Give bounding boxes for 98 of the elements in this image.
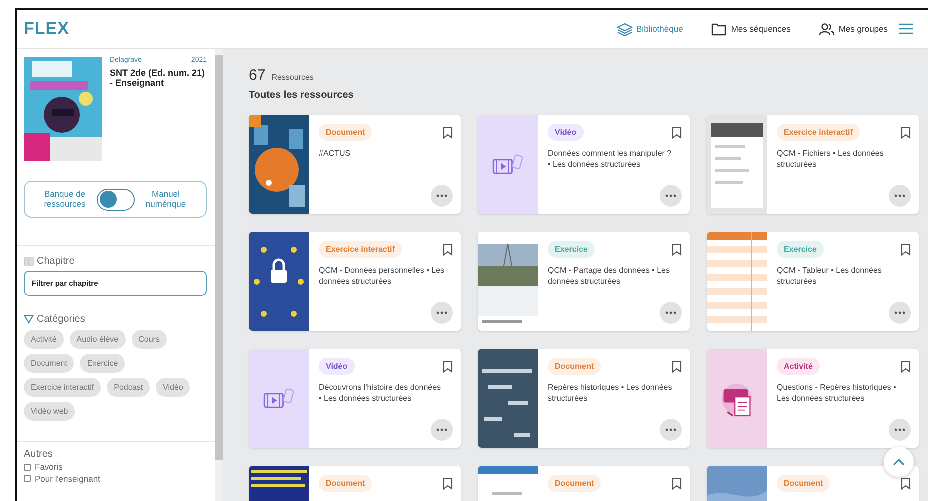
category-chip[interactable]: Exercice xyxy=(80,354,126,373)
ellipsis-icon xyxy=(436,194,448,198)
type-tag: Exercice interactif xyxy=(319,241,402,258)
switch-label: Banque de ressources xyxy=(43,190,87,210)
type-tag: Activité xyxy=(777,358,820,375)
type-tag: Vidéo xyxy=(548,124,584,141)
book-icon xyxy=(24,257,34,266)
resource-count: 67 xyxy=(249,67,266,84)
category-chip[interactable]: Activité xyxy=(24,330,64,349)
resource-card[interactable]: Exercice QCM - Partage des données • Les données structurées xyxy=(478,232,690,331)
filter-icon xyxy=(24,315,34,324)
checkbox[interactable] xyxy=(24,475,31,482)
book-title: SNT 2de (Ed. num. 21) - Enseignant xyxy=(110,69,206,89)
category-chip[interactable]: Document xyxy=(24,354,74,373)
ellipsis-icon xyxy=(436,311,448,315)
resource-title: QCM - Tableur • Les données structurées xyxy=(777,265,883,288)
resource-card[interactable]: Vidéo Découvrons l'histoire des données • Les données structurées xyxy=(249,349,461,448)
resource-card[interactable]: Exercice interactif QCM - Données personnelles • Les données structurées xyxy=(249,232,461,331)
type-tag: Document xyxy=(777,475,830,492)
category-chip[interactable]: Vidéo web xyxy=(24,402,76,421)
category-chip[interactable]: Exercice interactif xyxy=(24,378,102,397)
category-chip[interactable]: Audio élève xyxy=(70,330,126,349)
layers-icon xyxy=(616,22,633,36)
resource-title: Repères historiques • Les données structurées xyxy=(548,382,674,404)
bookmark-icon[interactable] xyxy=(901,126,911,138)
checkbox-label: Pour l'enseignant xyxy=(35,474,100,483)
bookmark-icon[interactable] xyxy=(901,360,911,372)
more-options-button[interactable] xyxy=(431,302,453,324)
type-tag: Document xyxy=(319,475,372,492)
more-options-button[interactable] xyxy=(889,419,911,441)
section-label: Catégories xyxy=(37,314,86,325)
nav-link[interactable]: Mes groupes xyxy=(818,22,888,36)
folder-icon xyxy=(711,22,728,36)
resource-card[interactable]: Activité Questions - Repères historiques • Les données structurées xyxy=(707,349,919,448)
resource-title: QCM - Données personnelles • Les données structurées xyxy=(319,265,446,288)
bookmark-icon[interactable] xyxy=(672,126,682,138)
switch-label: Manuel numérique xyxy=(144,190,188,210)
resource-card[interactable]: Document Repères historiques • Les données structurées xyxy=(478,349,690,448)
people-icon xyxy=(818,22,835,36)
scrollbar-thumb[interactable] xyxy=(215,55,223,460)
app-logo[interactable]: FLEX xyxy=(24,19,70,39)
type-tag: Exercice interactif xyxy=(777,124,860,141)
bookmark-icon[interactable] xyxy=(901,478,911,490)
more-options-button[interactable] xyxy=(889,185,911,207)
more-options-button[interactable] xyxy=(660,419,682,441)
bookmark-icon[interactable] xyxy=(443,126,453,138)
type-tag: Document xyxy=(548,475,602,492)
type-tag: Document xyxy=(319,124,372,141)
ellipsis-icon xyxy=(436,428,448,432)
resource-card[interactable]: Vidéo Données comment les manipuler ? • Les données structurées xyxy=(478,115,690,214)
resource-card[interactable]: Document xyxy=(249,466,461,501)
resource-card[interactable]: Document #ACTUS xyxy=(249,115,461,214)
category-chip[interactable]: Podcast xyxy=(107,378,150,397)
resource-title: Questions - Repères historiques • Les données structurées xyxy=(777,382,898,404)
checkbox-label: Favoris xyxy=(35,463,63,472)
resource-title: QCM - Partage des données • Les données structurées xyxy=(548,265,671,288)
resource-title: Données comment les manipuler ? • Les données structurées xyxy=(548,148,673,170)
more-options-button[interactable] xyxy=(431,419,453,441)
ellipsis-icon xyxy=(894,311,906,315)
bookmark-icon[interactable] xyxy=(443,244,453,256)
chevron-up-icon xyxy=(893,458,905,466)
category-chip[interactable]: Vidéo xyxy=(156,378,190,397)
more-options-button[interactable] xyxy=(889,302,911,324)
category-chip[interactable]: Cours xyxy=(132,330,167,349)
checkbox[interactable] xyxy=(24,464,31,471)
menu-icon[interactable] xyxy=(898,23,914,35)
type-tag: Exercice xyxy=(548,241,595,258)
ellipsis-icon xyxy=(665,428,677,432)
resource-title: QCM - Fichiers • Les données structurées xyxy=(777,148,885,170)
ellipsis-icon xyxy=(665,311,677,315)
resource-title: Découvrons l'histoire des données • Les données structurées xyxy=(319,382,442,404)
more-options-button[interactable] xyxy=(431,185,453,207)
resource-card[interactable]: Document xyxy=(478,466,690,501)
more-options-button[interactable] xyxy=(660,302,682,324)
bookmark-icon[interactable] xyxy=(901,244,911,256)
section-heading: Toutes les ressources xyxy=(249,90,355,101)
count-label: Ressources xyxy=(272,73,314,82)
resource-card[interactable]: Exercice interactif QCM - Fichiers • Les données structurées xyxy=(707,115,919,214)
section-label: Autres xyxy=(24,449,54,460)
section-label: Chapitre xyxy=(37,256,75,267)
type-tag: Document xyxy=(548,358,602,375)
type-tag: Vidéo xyxy=(319,358,355,375)
bookmark-icon[interactable] xyxy=(443,478,453,490)
more-options-button[interactable] xyxy=(660,185,682,207)
bookmark-icon[interactable] xyxy=(672,360,682,372)
bookmark-icon[interactable] xyxy=(443,360,453,372)
resource-card[interactable]: Document xyxy=(707,466,919,501)
toggle-switch[interactable] xyxy=(96,188,134,210)
nav-link[interactable]: Mes séquences xyxy=(711,22,791,36)
nav-link[interactable]: Bibliothèque xyxy=(616,22,684,36)
ellipsis-icon xyxy=(894,428,906,432)
ellipsis-icon xyxy=(665,194,677,198)
resource-card[interactable]: Exercice QCM - Tableur • Les données structurées xyxy=(707,232,919,331)
bookmark-icon[interactable] xyxy=(672,244,682,256)
resource-title: #ACTUS xyxy=(319,148,352,160)
type-tag: Exercice xyxy=(777,241,824,258)
ellipsis-icon xyxy=(894,194,906,198)
bookmark-icon[interactable] xyxy=(672,478,682,490)
